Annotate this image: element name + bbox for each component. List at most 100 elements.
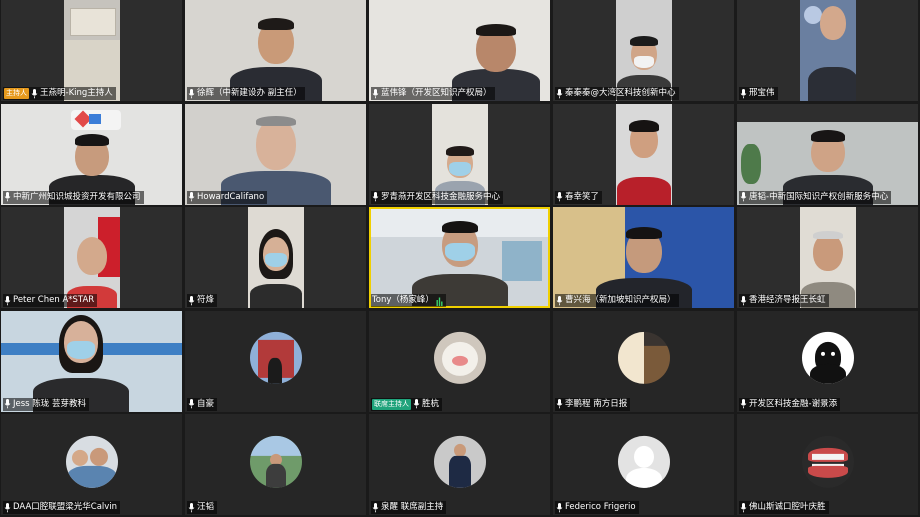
participant-tile[interactable]: 唐韬-中新国际知识产权创新服务中心 <box>737 103 918 205</box>
participant-tile[interactable]: 汪韬 <box>185 414 366 515</box>
participant-tile[interactable]: 蓝伟锋（开发区知识产权局） <box>369 0 550 101</box>
participant-tile[interactable]: 徐辉（中新建设办 副主任） <box>185 0 366 101</box>
mic-icon <box>31 88 38 98</box>
participant-label: HowardCalifano <box>187 190 268 204</box>
participant-label: 开发区科技金融-谢景添 <box>739 397 841 411</box>
mic-icon <box>4 399 11 409</box>
video-feed <box>247 207 304 308</box>
participant-tile[interactable]: 李鹏程 南方日报 <box>553 310 734 412</box>
profile-avatar <box>617 435 670 488</box>
participant-tile[interactable]: 主持人 王燕明-King主持人 <box>1 0 182 101</box>
participant-label: Federico Frigerio <box>555 501 639 514</box>
participant-name: 佛山斯诚口腔叶庆胜 <box>749 502 826 512</box>
participant-name: Tony（杨家峰） <box>372 295 434 305</box>
participant-name: 蓝伟锋（开发区知识产权局） <box>381 88 492 98</box>
participant-tile[interactable]: 邢宝伟 <box>737 0 918 101</box>
participant-name: HowardCalifano <box>197 191 265 202</box>
participant-label: 佛山斯诚口腔叶庆胜 <box>739 501 829 514</box>
participant-label: 李鹏程 南方日报 <box>555 397 631 411</box>
participant-name: 唐韬-中新国际知识产权创新服务中心 <box>749 191 889 202</box>
participant-tile[interactable]: Jess 陈珑 芸芽教科 <box>1 310 182 412</box>
participant-name: 中新广州知识城投资开发有限公司 <box>13 191 141 202</box>
profile-avatar <box>65 435 118 488</box>
participant-name: Jess 陈珑 芸芽教科 <box>13 398 86 409</box>
mic-icon <box>556 192 563 202</box>
video-feed <box>799 207 856 308</box>
participant-name: 徐辉（中新建设办 副主任） <box>197 88 302 98</box>
participant-label: 徐辉（中新建设办 副主任） <box>187 87 305 100</box>
cohost-badge: 联席主持人 <box>372 398 411 410</box>
video-feed <box>1 310 182 412</box>
mic-icon <box>740 88 747 98</box>
participant-tile[interactable]: 春幸笑了 <box>553 103 734 205</box>
participant-name: DAA口腔联盟梁光华Calvin <box>13 502 118 512</box>
participant-label: 自豪 <box>187 397 218 411</box>
participant-tile[interactable]: Federico Frigerio <box>553 414 734 515</box>
mic-icon <box>372 192 379 202</box>
participant-name: Federico Frigerio <box>565 502 636 512</box>
participant-tile[interactable]: 符烽 <box>185 207 366 308</box>
participant-tile[interactable]: 自豪 <box>185 310 366 412</box>
mic-icon <box>4 502 11 512</box>
participant-name: 王燕明-King主持人 <box>40 88 113 98</box>
profile-avatar <box>433 435 486 488</box>
participant-tile[interactable]: 中新广州知识城投资开发有限公司 <box>1 103 182 205</box>
participant-label: DAA口腔联盟梁光华Calvin <box>3 501 121 514</box>
participant-name: 汪韬 <box>197 502 215 512</box>
profile-avatar <box>801 435 854 488</box>
participant-label: Peter Chen A*STAR <box>3 294 98 307</box>
profile-avatar <box>249 331 302 384</box>
video-feed <box>63 0 120 101</box>
participant-name: 香港经济导报王长虹 <box>749 295 826 305</box>
video-feed <box>615 103 672 205</box>
participant-name: 胜杭 <box>422 398 440 409</box>
participant-name: 符烽 <box>197 295 215 305</box>
video-feed <box>799 0 856 101</box>
participant-label: 秦秦秦@大湾区科技创新中心 <box>555 87 679 100</box>
video-feed <box>615 0 672 101</box>
mic-active-icon <box>436 297 443 306</box>
participant-tile[interactable]: 佛山斯诚口腔叶庆胜 <box>737 414 918 515</box>
participant-label: 春幸笑了 <box>555 190 603 204</box>
participant-label: 香港经济导报王长虹 <box>739 294 829 307</box>
video-feed <box>185 103 366 205</box>
mic-icon <box>413 399 420 409</box>
participant-tile[interactable]: 开发区科技金融-谢景添 <box>737 310 918 412</box>
mic-icon <box>372 88 379 98</box>
participant-tile[interactable]: 泉醒 联席副主持 <box>369 414 550 515</box>
video-feed <box>369 0 550 101</box>
participant-tile[interactable]: Peter Chen A*STAR <box>1 207 182 308</box>
video-feed <box>1 103 182 205</box>
participant-label: 曹兴海（新加坡知识产权局） <box>555 294 679 307</box>
mic-icon <box>372 502 379 512</box>
mic-icon <box>740 502 747 512</box>
mic-icon <box>188 399 195 409</box>
mic-icon <box>556 88 563 98</box>
profile-avatar <box>617 331 670 384</box>
participant-tile[interactable]: DAA口腔联盟梁光华Calvin <box>1 414 182 515</box>
profile-avatar <box>433 331 486 384</box>
gallery-grid: 主持人 王燕明-King主持人 徐辉（中新建设办 副主任） 蓝伟锋（开发区知识产… <box>0 0 920 517</box>
mic-icon <box>188 502 195 512</box>
mic-icon <box>556 399 563 409</box>
participant-name: 罗青燕开发区科技金融服务中心 <box>381 191 501 202</box>
participant-tile[interactable]: 香港经济导报王长虹 <box>737 207 918 308</box>
mic-icon <box>4 192 11 202</box>
video-feed <box>63 207 120 308</box>
participant-tile[interactable]: 秦秦秦@大湾区科技创新中心 <box>553 0 734 101</box>
participant-tile[interactable]: Tony（杨家峰） <box>369 207 550 308</box>
video-feed <box>553 207 734 308</box>
participant-tile[interactable]: 罗青燕开发区科技金融服务中心 <box>369 103 550 205</box>
participant-label: 主持人 王燕明-King主持人 <box>3 87 116 100</box>
participant-name: 邢宝伟 <box>749 88 775 98</box>
participant-tile[interactable]: 联席主持人 胜杭 <box>369 310 550 412</box>
mic-icon <box>4 295 11 305</box>
participant-tile[interactable]: HowardCalifano <box>185 103 366 205</box>
mic-icon <box>188 295 195 305</box>
mic-icon <box>188 88 195 98</box>
mic-icon <box>740 399 747 409</box>
participant-label: 蓝伟锋（开发区知识产权局） <box>371 87 495 100</box>
video-feed <box>431 103 488 205</box>
participant-name: 李鹏程 南方日报 <box>565 398 628 409</box>
participant-tile[interactable]: 曹兴海（新加坡知识产权局） <box>553 207 734 308</box>
